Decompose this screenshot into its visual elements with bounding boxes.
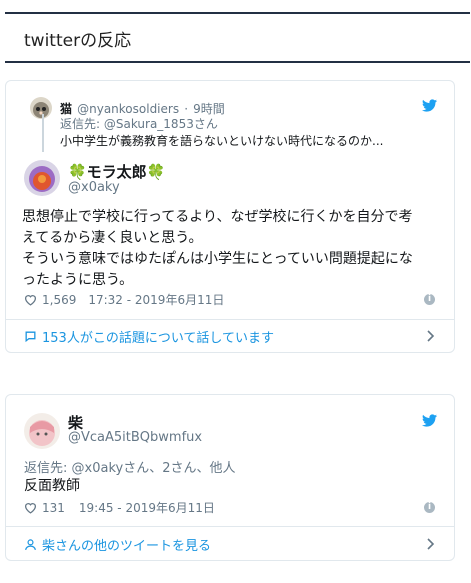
conversation-link-label: 153人がこの話題について話しています bbox=[42, 331, 275, 346]
section-rule-bottom bbox=[5, 61, 470, 63]
tweet-text-line: そういう意味ではゆたぽんは小学生にとっていい問題提起にな bbox=[22, 251, 413, 267]
tweet-timestamp[interactable]: 19:45 - 2019年6月11日 bbox=[79, 499, 215, 516]
tweet-card[interactable]: 猫 @nyankosoldiers · 9時間 返信先: @Sakura_185… bbox=[5, 80, 455, 353]
tweet-text-line: えてるから凄く良いと思う。 bbox=[22, 230, 203, 246]
quoted-replying-to: 返信先: @Sakura_1853さん bbox=[60, 117, 218, 131]
quoted-time[interactable]: 9時間 bbox=[193, 102, 225, 116]
avatar[interactable] bbox=[30, 97, 52, 119]
more-tweets-link[interactable]: 柴さんの他のツイートを見る bbox=[24, 535, 211, 554]
replying-to: 返信先: @x0akyさん、2さん、他人 bbox=[24, 461, 236, 476]
info-icon[interactable]: i bbox=[424, 502, 435, 513]
quoted-author-handle[interactable]: @nyankosoldiers bbox=[77, 102, 179, 116]
section-title: twitterの反応 bbox=[24, 31, 132, 51]
conversation-link[interactable]: 153人がこの話題について話しています bbox=[24, 327, 274, 346]
avatar[interactable] bbox=[24, 160, 60, 196]
twitter-bird-icon[interactable] bbox=[422, 414, 437, 427]
tweet-text-line: 思想停止で学校に行ってるより、なぜ学校に行くかを自分で考 bbox=[22, 209, 413, 225]
divider bbox=[6, 526, 454, 527]
like-count[interactable]: 1,569 bbox=[42, 293, 76, 307]
tweet-timestamp[interactable]: 17:32 - 2019年6月11日 bbox=[88, 291, 224, 308]
avatar[interactable] bbox=[24, 413, 60, 449]
more-tweets-link-label: 柴さんの他のツイートを見る bbox=[42, 539, 212, 554]
heart-icon[interactable] bbox=[24, 502, 37, 514]
user-icon bbox=[25, 539, 36, 551]
reply-thread-line bbox=[42, 114, 44, 152]
quoted-text: 小中学生が義務教育を語らないといけない時代になるのか... bbox=[60, 134, 384, 148]
tweet-meta: 131 19:45 - 2019年6月11日 bbox=[24, 499, 215, 516]
speech-bubble-icon bbox=[25, 331, 36, 343]
tweet-meta: 1,569 17:32 - 2019年6月11日 bbox=[24, 291, 224, 308]
info-icon[interactable]: i bbox=[424, 294, 435, 305]
divider bbox=[6, 319, 454, 320]
section-rule-top bbox=[5, 12, 470, 14]
author-name[interactable]: 🍀モラ太郎🍀 bbox=[68, 161, 165, 182]
tweet-text: 反面教師 bbox=[24, 478, 80, 494]
author-handle[interactable]: @VcaA5itBQbwmfux bbox=[68, 430, 202, 445]
cat-avatar-icon bbox=[33, 102, 49, 118]
twitter-bird-icon[interactable] bbox=[422, 99, 437, 112]
tweet-text-line: ったように思う。 bbox=[22, 272, 134, 288]
quoted-author-name[interactable]: 猫 bbox=[60, 102, 72, 116]
heart-icon[interactable] bbox=[24, 294, 37, 306]
knit-avatar-icon bbox=[29, 166, 55, 192]
like-count[interactable]: 131 bbox=[42, 501, 65, 515]
chevron-right-icon[interactable] bbox=[427, 330, 435, 342]
tweet-text: 思想停止で学校に行ってるより、なぜ学校に行くかを自分で考 えてるから凄く良いと思… bbox=[22, 207, 447, 291]
author-handle[interactable]: @x0aky bbox=[68, 180, 120, 195]
anime-avatar-icon bbox=[29, 420, 55, 446]
tweet-card[interactable]: 柴 @VcaA5itBQbwmfux 返信先: @x0akyさん、2さん、他人 … bbox=[5, 394, 455, 561]
chevron-right-icon[interactable] bbox=[427, 538, 435, 550]
dot-separator: · bbox=[184, 102, 189, 116]
